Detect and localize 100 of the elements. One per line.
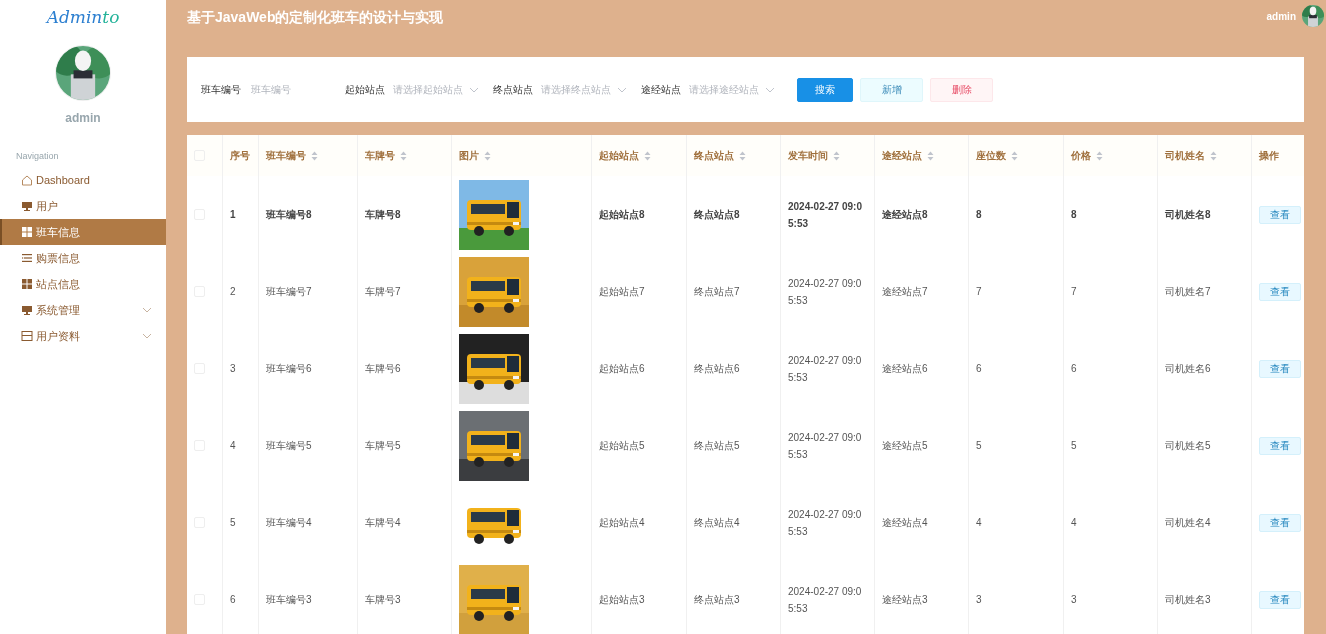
add-button[interactable]: 新增 — [860, 77, 923, 102]
nav-item[interactable]: 站点信息 — [0, 271, 166, 297]
column-header[interactable]: 车牌号 — [365, 148, 395, 163]
user-name: admin — [65, 111, 101, 125]
table-cell-text: 8 — [1071, 208, 1077, 222]
table-cell-text: 司机姓名8 — [1165, 208, 1211, 222]
table-cell-text: 终点站点4 — [694, 516, 740, 530]
form-icon — [21, 330, 33, 342]
column-header[interactable]: 终点站点 — [694, 148, 734, 163]
chevron-down-icon — [617, 86, 627, 93]
column-header[interactable]: 途经站点 — [882, 148, 922, 163]
table-cell-text: 车牌号4 — [365, 516, 401, 530]
column-header[interactable]: 价格 — [1071, 148, 1091, 163]
table-cell-text: 途经站点5 — [882, 439, 928, 453]
table-cell-text: 班车编号5 — [266, 439, 312, 453]
chevron-down-icon — [469, 86, 479, 93]
column-header[interactable]: 司机姓名 — [1165, 148, 1205, 163]
field-label: 班车编号 — [201, 82, 241, 97]
table-cell-text: 班车编号8 — [266, 208, 312, 222]
table-cell-text: 6 — [976, 362, 982, 376]
search-button[interactable]: 搜索 — [797, 77, 853, 102]
table-cell-text: 5 — [976, 439, 982, 453]
table-cell-text: 途经站点4 — [882, 516, 928, 530]
grid-icon — [21, 226, 33, 238]
table-cell-text: 起始站点3 — [599, 593, 645, 607]
page-title: 基于JavaWeb的定制化班车的设计与实现 — [187, 9, 444, 27]
table-cell-text: 2 — [230, 285, 236, 299]
table-cell-text: 司机姓名6 — [1165, 362, 1211, 376]
column-header[interactable]: 发车时间 — [788, 148, 828, 163]
table-cell-text: 终点站点5 — [694, 439, 740, 453]
table-cell-text: 终点站点6 — [694, 362, 740, 376]
delete-button[interactable]: 删除 — [930, 77, 993, 102]
table-cell-text: 司机姓名5 — [1165, 439, 1211, 453]
table-cell-text: 4 — [1071, 516, 1077, 530]
table-cell-text: 6 — [1071, 362, 1077, 376]
monitor-icon — [21, 200, 33, 212]
table-cell-text: 2024-02-27 09:05:53 — [788, 276, 863, 308]
nav-item[interactable]: 系统管理 — [0, 297, 166, 323]
column-header[interactable]: 图片 — [459, 148, 479, 163]
table-cell-text: 途经站点7 — [882, 285, 928, 299]
column-header[interactable]: 起始站点 — [599, 148, 639, 163]
table-cell-text: 7 — [976, 285, 982, 299]
nav-item[interactable]: Dashboard — [0, 167, 166, 193]
table-cell-text: 起始站点8 — [599, 208, 645, 222]
field-label: 起始站点 — [345, 82, 385, 97]
table-cell-text: 8 — [976, 208, 982, 222]
table-cell-text: 终点站点3 — [694, 593, 740, 607]
list-icon — [21, 252, 33, 264]
column-header[interactable]: 操作 — [1259, 148, 1279, 163]
nav-item[interactable]: 用户资料 — [0, 323, 166, 349]
view-button[interactable]: 查看 — [1259, 436, 1301, 455]
table-cell-text: 班车编号6 — [266, 362, 312, 376]
column-header[interactable]: 座位数 — [976, 148, 1006, 163]
monitor-icon — [21, 304, 33, 316]
table-cell-text: 途经站点6 — [882, 362, 928, 376]
table-cell-text: 2024-02-27 09:05:53 — [788, 353, 863, 385]
table-cell-text: 司机姓名7 — [1165, 285, 1211, 299]
table-cell-text: 车牌号5 — [365, 439, 401, 453]
column-header[interactable]: 序号 — [230, 148, 250, 163]
column-header[interactable]: 班车编号 — [266, 148, 306, 163]
nav-item[interactable]: 购票信息 — [0, 245, 166, 271]
table-cell-text: 2024-02-27 09:05:53 — [788, 199, 863, 231]
nav-item[interactable]: 班车信息 — [0, 219, 166, 245]
table-cell-text: 3 — [1071, 593, 1077, 607]
table-cell-text: 3 — [976, 593, 982, 607]
grid-icon — [21, 278, 33, 290]
nav-item[interactable]: 用户 — [0, 193, 166, 219]
table-cell-text: 3 — [230, 362, 236, 376]
table-cell-text: 司机姓名4 — [1165, 516, 1211, 530]
view-button[interactable]: 查看 — [1259, 282, 1301, 301]
table-cell-text: 终点站点8 — [694, 208, 740, 222]
table-cell-text: 起始站点7 — [599, 285, 645, 299]
table-cell-text: 起始站点4 — [599, 516, 645, 530]
table-cell-text: 车牌号7 — [365, 285, 401, 299]
table-cell-text: 起始站点5 — [599, 439, 645, 453]
table-cell-text: 4 — [230, 439, 236, 453]
view-button[interactable]: 查看 — [1259, 359, 1301, 378]
table-cell-text: 途经站点3 — [882, 593, 928, 607]
table-cell-text: 司机姓名3 — [1165, 593, 1211, 607]
table-cell-text: 1 — [230, 208, 236, 222]
view-button[interactable]: 查看 — [1259, 205, 1301, 224]
table-cell-text: 车牌号6 — [365, 362, 401, 376]
table-cell-text: 5 — [230, 516, 236, 530]
table-cell-text: 起始站点6 — [599, 362, 645, 376]
table-cell-text: 7 — [1071, 285, 1077, 299]
table-cell-text: 车牌号8 — [365, 208, 401, 222]
view-button[interactable]: 查看 — [1259, 513, 1301, 532]
view-button[interactable]: 查看 — [1259, 590, 1301, 609]
table-cell-text: 车牌号3 — [365, 593, 401, 607]
chevron-down-icon — [765, 86, 775, 93]
table-cell-text: 途经站点8 — [882, 208, 928, 222]
table-cell-text: 2024-02-27 09:05:53 — [788, 584, 863, 616]
logo: Adminto — [46, 6, 120, 28]
field-label: 途经站点 — [641, 82, 681, 97]
field-label: 终点站点 — [493, 82, 533, 97]
table-cell-text: 班车编号3 — [266, 593, 312, 607]
table-cell-text: 班车编号7 — [266, 285, 312, 299]
table-cell-text: 2024-02-27 09:05:53 — [788, 430, 863, 462]
table-cell-text: 4 — [976, 516, 982, 530]
table-cell-text: 6 — [230, 593, 236, 607]
